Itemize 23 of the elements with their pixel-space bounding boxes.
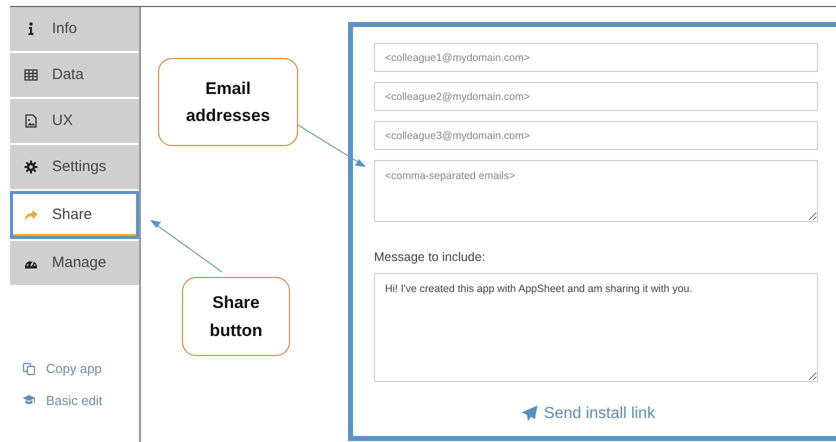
- sidebar-link[interactable]: Copy app: [22, 359, 102, 378]
- sidebar-item[interactable]: Settings: [10, 145, 139, 189]
- paper-plane-icon: [520, 405, 538, 422]
- send-install-link-button[interactable]: Send install link: [520, 402, 656, 426]
- email-field[interactable]: <colleague2@mydomain.com>: [374, 82, 818, 111]
- callout: Share button: [182, 277, 290, 356]
- copy-icon: [22, 362, 36, 376]
- message-field[interactable]: Hi! I've created this app with AppSheet and am sharing it with you.: [374, 272, 818, 382]
- field-label: Message to include:: [374, 249, 486, 266]
- settings-icon: [24, 160, 38, 174]
- image-file-icon: [24, 114, 38, 128]
- sidebar-item[interactable]: Share: [10, 191, 139, 239]
- share-icon: [24, 208, 38, 222]
- table-icon: [24, 68, 38, 82]
- sidebar-link[interactable]: Basic edit: [22, 390, 102, 410]
- email-field[interactable]: <colleague1@mydomain.com>: [374, 43, 818, 72]
- sidebar-item[interactable]: Manage: [10, 241, 139, 285]
- emails-field[interactable]: <comma-separated emails>: [374, 160, 818, 222]
- sidebar-item[interactable]: Info: [10, 7, 139, 51]
- sidebar-item[interactable]: UX: [10, 99, 139, 143]
- callout: Email addresses: [158, 58, 298, 146]
- email-field[interactable]: <colleague3@mydomain.com>: [374, 121, 818, 150]
- sidebar-item[interactable]: Data: [10, 53, 139, 97]
